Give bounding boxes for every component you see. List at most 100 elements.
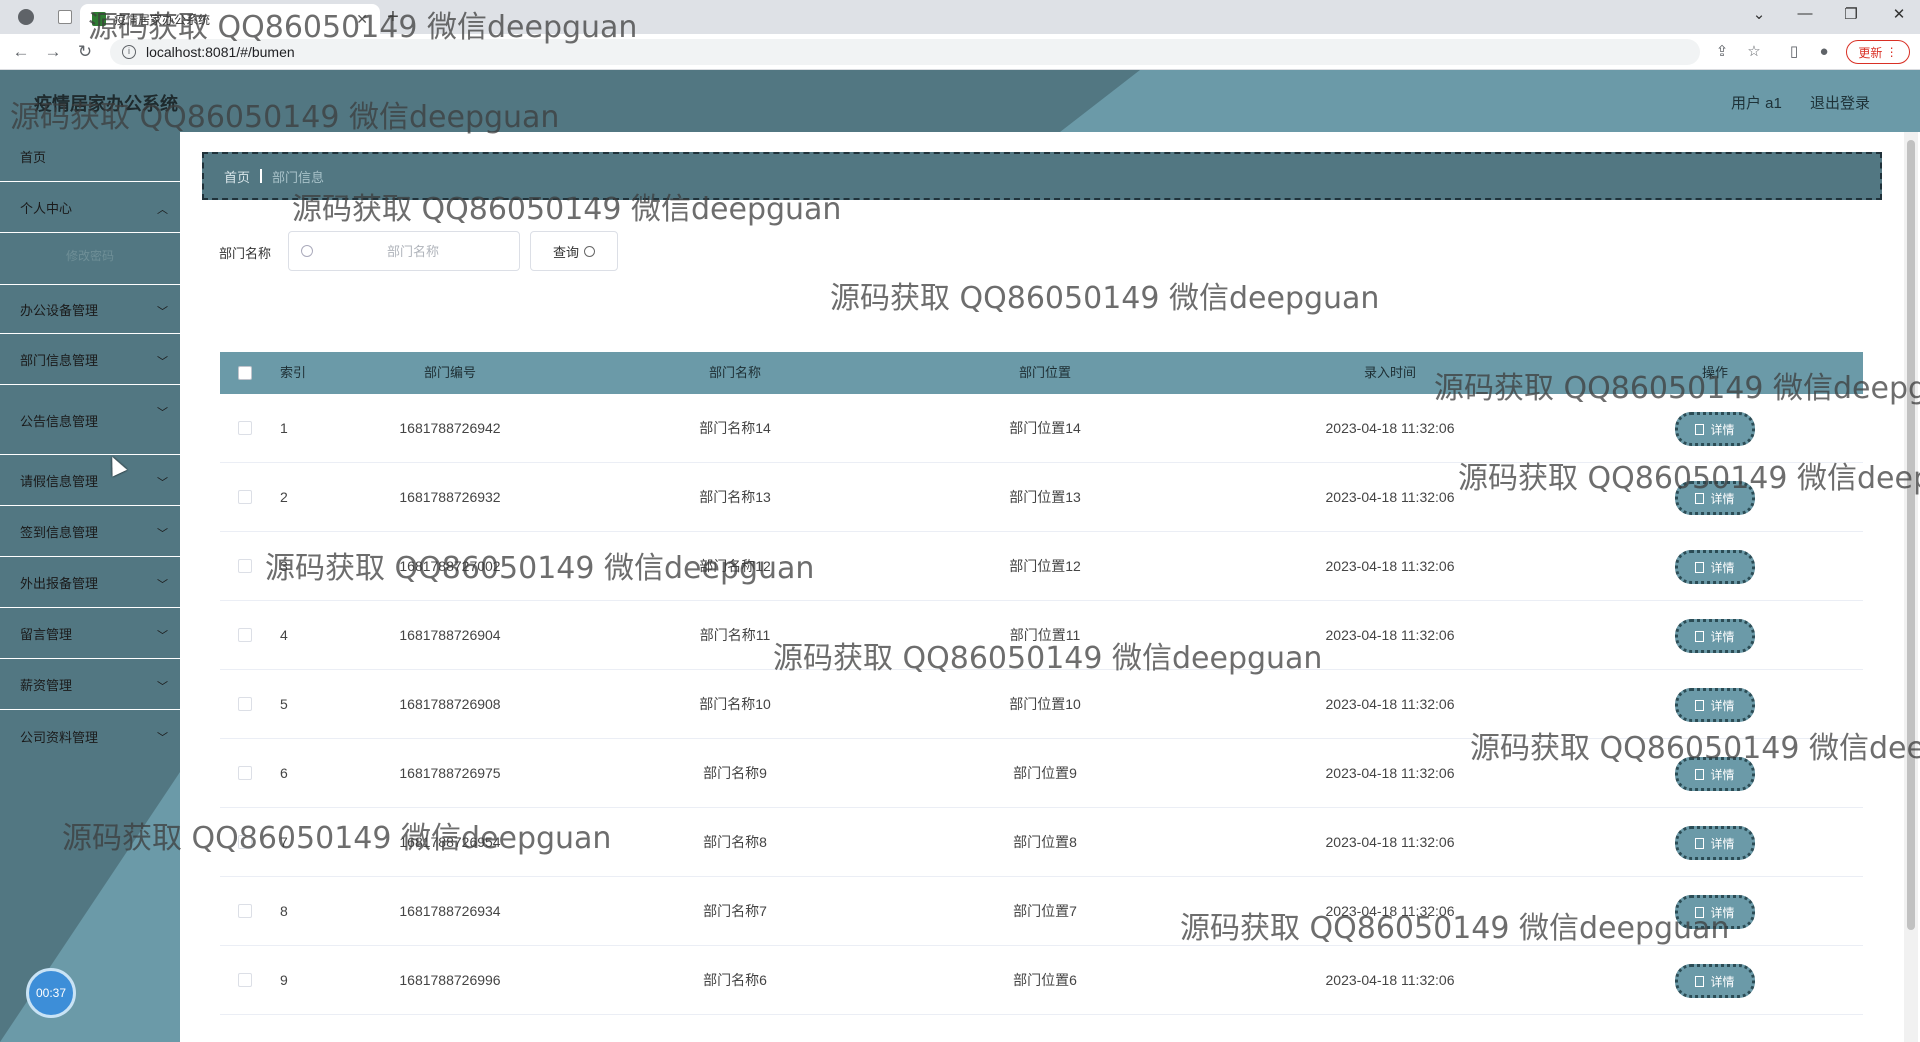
cell-time: 2023-04-18 11:32:06	[1325, 765, 1455, 781]
breadcrumb-home[interactable]: 首页	[224, 167, 250, 186]
new-tab-icon[interactable]: +	[380, 6, 406, 30]
cell-name: 部门名称11	[699, 627, 771, 643]
scrollbar-thumb[interactable]	[1907, 140, 1915, 930]
sidebar-item-message[interactable]: 留言管理 ﹀	[0, 609, 180, 659]
cell-time: 2023-04-18 11:32:06	[1325, 903, 1455, 919]
side-panel-icon[interactable]: ▯	[1784, 42, 1804, 62]
detail-button-label: 详情	[1710, 491, 1735, 506]
cell-time: 2023-04-18 11:32:06	[1325, 558, 1455, 574]
sidebar-item-label: 首页	[20, 150, 47, 165]
table-row: 9 1681788726996 部门名称6 部门位置6 2023-04-18 11:32…	[220, 946, 1863, 1015]
cell-time: 2023-04-18 11:32:06	[1325, 489, 1455, 505]
back-icon[interactable]: ←	[10, 41, 32, 63]
search-label: 部门名称	[219, 246, 272, 261]
maximize-icon[interactable]: ❐	[1836, 5, 1866, 23]
tab-search-icon[interactable]: ⌄	[1744, 5, 1774, 23]
timer-badge[interactable]: 00:37	[26, 968, 76, 1018]
chevron-down-icon: ﹀	[157, 306, 168, 318]
header-location: 部门位置	[1018, 365, 1071, 380]
row-checkbox[interactable]	[238, 421, 252, 435]
cell-time: 2023-04-18 11:32:06	[1325, 834, 1455, 850]
favicon-icon	[92, 12, 106, 26]
detail-button-label: 详情	[1710, 629, 1735, 644]
chevron-down-icon: ﹀	[157, 477, 168, 489]
search-input[interactable]	[323, 243, 503, 259]
cell-location: 部门位置10	[1009, 696, 1081, 712]
url-field[interactable]: i localhost:8081/#/bumen	[110, 39, 1700, 65]
document-icon	[1695, 975, 1705, 987]
sidebar-item-office-equipment[interactable]: 办公设备管理 ﹀	[0, 284, 180, 334]
reload-icon[interactable]: ↻	[74, 41, 96, 63]
watermark: 源码获取 QQ86050149 微信deepguan	[830, 281, 1380, 316]
cell-name: 部门名称13	[699, 489, 771, 505]
row-checkbox[interactable]	[238, 628, 252, 642]
close-window-icon[interactable]: ✕	[1884, 5, 1914, 23]
sidebar-item-home[interactable]: 首页	[0, 132, 180, 182]
detail-button[interactable]: 详情	[1675, 619, 1755, 653]
sidebar-item-announcement[interactable]: 公告信息管理 ﹀	[0, 386, 180, 455]
header-name: 部门名称	[708, 365, 761, 380]
browser-address-bar: ← → ↻ i localhost:8081/#/bumen ⇪ ☆ ▯ ● 更…	[0, 34, 1920, 70]
browser-tab[interactable]: 疫情居家办公系统 ✕	[80, 4, 380, 34]
logout-link[interactable]: 退出登录	[1810, 92, 1870, 113]
chevron-down-icon: ﹀	[157, 528, 168, 540]
detail-button[interactable]: 详情	[1675, 826, 1755, 860]
cell-location: 部门位置11	[1009, 627, 1081, 643]
detail-button[interactable]: 详情	[1675, 550, 1755, 584]
row-checkbox[interactable]	[238, 766, 252, 780]
browser-profile-icon[interactable]	[18, 9, 34, 25]
select-all-checkbox[interactable]	[238, 366, 252, 380]
cell-index: 1	[280, 420, 288, 436]
cell-code: 1681788726954	[399, 834, 501, 850]
sidebar-item-signin[interactable]: 签到信息管理 ﹀	[0, 507, 180, 557]
cell-time: 2023-04-18 11:32:06	[1325, 627, 1455, 643]
sidebar-item-company-docs[interactable]: 公司资料管理 ﹀	[0, 711, 180, 761]
detail-button[interactable]: 详情	[1675, 757, 1755, 791]
row-checkbox[interactable]	[238, 559, 252, 573]
sidebar-item-salary[interactable]: 薪资管理 ﹀	[0, 660, 180, 710]
browser-update-button[interactable]: 更新 ⋮	[1846, 40, 1910, 64]
chevron-down-icon: ﹀	[157, 630, 168, 642]
query-button[interactable]: 查询	[530, 231, 618, 271]
cell-code: 1681788726904	[399, 627, 501, 643]
detail-button[interactable]: 详情	[1675, 964, 1755, 998]
sidebar-item-outing[interactable]: 外出报备管理 ﹀	[0, 558, 180, 608]
detail-button[interactable]: 详情	[1675, 481, 1755, 515]
sidebar-subitem-change-password[interactable]: 修改密码	[0, 232, 180, 278]
sidebar-item-personal-center[interactable]: 个人中心 ︿	[0, 183, 180, 233]
cell-time: 2023-04-18 11:32:06	[1325, 420, 1455, 436]
search-field[interactable]	[288, 231, 520, 271]
share-icon[interactable]: ⇪	[1712, 42, 1732, 62]
row-checkbox[interactable]	[238, 904, 252, 918]
cell-name: 部门名称6	[703, 972, 767, 988]
page-scrollbar[interactable]	[1904, 132, 1918, 1042]
detail-button[interactable]: 详情	[1675, 688, 1755, 722]
header-index: 索引	[280, 365, 307, 380]
cell-time: 2023-04-18 11:32:06	[1325, 972, 1455, 988]
row-checkbox[interactable]	[238, 697, 252, 711]
detail-button[interactable]: 详情	[1675, 412, 1755, 446]
sidebar-item-department[interactable]: 部门信息管理 ﹀	[0, 335, 180, 385]
bookmark-star-icon[interactable]: ☆	[1744, 42, 1764, 62]
document-icon	[1695, 561, 1705, 573]
row-checkbox[interactable]	[238, 490, 252, 504]
breadcrumb: 首页 部门信息	[202, 152, 1882, 200]
header-operation: 操作	[1701, 365, 1728, 380]
table-row: 2 1681788726932 部门名称13 部门位置13 2023-04-18 11:…	[220, 463, 1863, 532]
tab-title: 疫情居家办公系统	[114, 12, 211, 27]
header-code: 部门编号	[423, 365, 476, 380]
forward-icon[interactable]: →	[42, 41, 64, 63]
site-info-icon[interactable]: i	[122, 45, 136, 59]
cell-name: 部门名称8	[703, 834, 767, 850]
detail-button[interactable]: 详情	[1675, 895, 1755, 929]
sidebar-item-leave[interactable]: 请假信息管理 ﹀	[0, 456, 180, 506]
detail-button-label: 详情	[1710, 698, 1735, 713]
row-checkbox[interactable]	[238, 973, 252, 987]
minimize-icon[interactable]: —	[1790, 5, 1820, 22]
cell-index: 6	[280, 765, 288, 781]
table-row: 4 1681788726904 部门名称11 部门位置11 2023-04-18 11:…	[220, 601, 1863, 670]
cell-code: 1681788726934	[399, 903, 501, 919]
tab-close-icon[interactable]: ✕	[356, 11, 368, 28]
row-checkbox[interactable]	[238, 835, 252, 849]
account-icon[interactable]: ●	[1814, 42, 1834, 62]
